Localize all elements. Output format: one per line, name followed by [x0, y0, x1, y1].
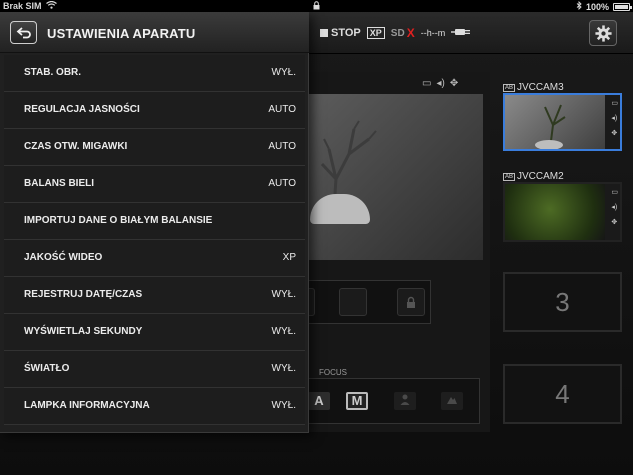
live-preview[interactable] [306, 94, 483, 260]
setting-row-brightness[interactable]: REGULACJA JASNOŚCI AUTO [4, 92, 305, 129]
film-icon: ▭ [611, 189, 618, 196]
camera-slot-3[interactable]: 3 [503, 272, 622, 332]
record-status: STOP [320, 27, 361, 39]
setting-row-info-lamp[interactable]: LAMPKA INFORMACYJNA WYŁ. [4, 388, 305, 425]
speaker-icon[interactable]: ◂) [436, 78, 444, 89]
setting-row-image-stabilization[interactable]: STAB. OBR. WYŁ. [4, 55, 305, 92]
setting-value: XP [282, 252, 296, 263]
setting-label: ŚWIATŁO [24, 363, 70, 374]
camera-2-icons: ▭ ◂) ✥ [611, 188, 618, 226]
camera-name: JVCCAM3 [517, 82, 564, 93]
sd-error-mark: X [406, 26, 415, 40]
sd-card-indicator: SD [390, 27, 405, 39]
setting-label: REGULACJA JASNOŚCI [24, 104, 140, 115]
camera-1-label: AB JVCCAM3 [503, 82, 564, 93]
camera-1-image [505, 95, 605, 150]
move-icon: ✥ [611, 130, 618, 137]
camera-settings-panel: USTAWIENIA APARATU STAB. OBR. WYŁ. REGUL… [0, 12, 309, 433]
setting-label: JAKOŚĆ WIDEO [24, 252, 103, 263]
remaining-time: --h--m [420, 28, 446, 38]
camera-name: JVCCAM2 [517, 171, 564, 182]
move-icon[interactable]: ✥ [450, 78, 458, 89]
camera-slot-4[interactable]: 4 [503, 364, 622, 424]
setting-row-white-balance[interactable]: BALANS BIELI AUTO [4, 166, 305, 203]
power-plug-icon [451, 27, 473, 40]
setting-value: WYŁ. [271, 363, 296, 374]
padlock-icon [407, 296, 415, 308]
setting-value: AUTO [268, 141, 296, 152]
setting-value: AUTO [268, 178, 296, 189]
status-bar: Brak SIM 100% [0, 0, 633, 12]
setting-label: CZAS OTW. MIGAWKI [24, 141, 128, 152]
back-button[interactable] [10, 21, 37, 44]
control-button-row [287, 280, 431, 324]
focus-auto-button[interactable]: A [308, 392, 330, 410]
camera-2-label: AB JVCCAM2 [503, 171, 564, 182]
focus-label: FOCUS [319, 368, 347, 377]
focus-manual-button[interactable]: M [346, 392, 368, 410]
camera-1-thumbnail[interactable]: ▭ ◂) ✥ [503, 93, 622, 151]
record-indicators: STOP XP SD X --h--m [320, 26, 473, 40]
record-status-label: STOP [331, 27, 361, 39]
setting-row-shutter-speed[interactable]: CZAS OTW. MIGAWKI AUTO [4, 129, 305, 166]
setting-value: WYŁ. [271, 67, 296, 78]
setting-label: IMPORTUJ DANE O BIAŁYM BALANSIE [24, 215, 213, 226]
film-icon[interactable]: ▭ [422, 78, 431, 89]
setting-label: BALANS BIELI [24, 178, 94, 189]
camera-2-image [505, 184, 605, 240]
focus-face-button[interactable] [394, 392, 416, 410]
settings-gear-button[interactable] [589, 20, 617, 46]
mountain-icon [447, 397, 457, 404]
battery-percent: 100% [585, 1, 609, 12]
camera-badge: AB [503, 172, 516, 181]
stop-icon [320, 29, 328, 37]
speaker-icon: ◂) [611, 204, 618, 211]
lock-button[interactable] [397, 288, 425, 316]
setting-value: WYŁ. [271, 289, 296, 300]
setting-value: WYŁ. [271, 400, 296, 411]
speaker-icon: ◂) [611, 115, 618, 122]
carrier-label: Brak SIM [3, 1, 42, 11]
focus-mode-row: A M [300, 378, 480, 424]
settings-title: USTAWIENIA APARATU [47, 26, 196, 41]
settings-list: STAB. OBR. WYŁ. REGULACJA JASNOŚCI AUTO … [4, 55, 305, 425]
camera-1-icons: ▭ ◂) ✥ [611, 99, 618, 137]
lock-icon [313, 1, 320, 12]
setting-label: WYŚWIETLAJ SEKUNDY [24, 326, 143, 337]
setting-label: REJESTRUJ DATĘ/CZAS [24, 289, 143, 300]
stop-button[interactable] [339, 288, 367, 316]
wifi-icon [45, 0, 57, 11]
setting-label: STAB. OBR. [24, 67, 82, 78]
person-icon [400, 394, 410, 405]
setting-row-record-date-time[interactable]: REJESTRUJ DATĘ/CZAS WYŁ. [4, 277, 305, 314]
setting-value: WYŁ. [271, 326, 296, 337]
move-icon: ✥ [611, 219, 618, 226]
quality-badge: XP [366, 27, 385, 39]
bluetooth-icon [576, 0, 582, 12]
preview-toolbar: ▭ ◂) ✥ [422, 78, 458, 89]
focus-landscape-button[interactable] [441, 392, 463, 410]
setting-row-light[interactable]: ŚWIATŁO WYŁ. [4, 351, 305, 388]
gear-icon [594, 24, 612, 42]
return-arrow-icon [16, 26, 31, 38]
film-icon: ▭ [611, 100, 618, 107]
setting-row-import-white-balance[interactable]: IMPORTUJ DANE O BIAŁYM BALANSIE [4, 203, 305, 240]
setting-value: AUTO [268, 104, 296, 115]
settings-header: USTAWIENIA APARATU [0, 12, 309, 53]
battery-icon [613, 2, 632, 11]
setting-label: LAMPKA INFORMACYJNA [24, 400, 150, 411]
setting-row-show-seconds[interactable]: WYŚWIETLAJ SEKUNDY WYŁ. [4, 314, 305, 351]
camera-2-thumbnail[interactable]: ▭ ◂) ✥ [503, 182, 622, 242]
camera-badge: AB [503, 83, 516, 92]
setting-row-video-quality[interactable]: JAKOŚĆ WIDEO XP [4, 240, 305, 277]
